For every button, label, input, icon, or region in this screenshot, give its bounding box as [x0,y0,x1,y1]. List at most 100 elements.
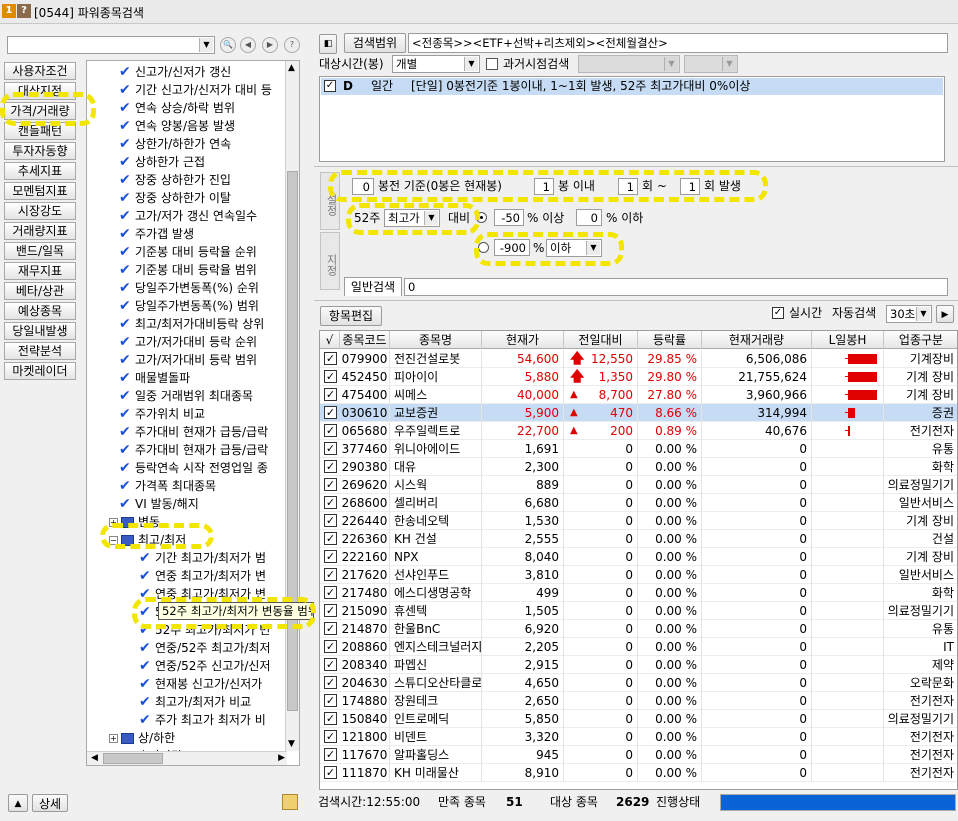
table-row[interactable]: ✓ 208340 파멥신 2,915 0 0.00 % 0 제약 [320,656,957,674]
row-checkbox[interactable]: ✓ [324,370,337,383]
column-header[interactable]: 현재가 [482,331,564,349]
row-checkbox[interactable]: ✓ [324,406,337,419]
row-checkbox[interactable]: ✓ [324,604,337,617]
category-button[interactable]: 베타/상관 [4,282,76,300]
tree-item[interactable]: ✔ 연속 상승/하락 범위 [119,99,235,117]
tree-item[interactable]: ✔ 장중 상하한가 진입 [119,171,231,189]
table-row[interactable]: ✓ 204630 스튜디오산타클로 4,650 0 0.00 % 0 오락문화 [320,674,957,692]
tree-item[interactable]: ✔ VI 발동/해지 [119,495,199,513]
scroll-left-icon[interactable]: ◀ [91,753,98,763]
column-header[interactable]: 종목명 [390,331,482,349]
row-checkbox[interactable]: ✓ [324,388,337,401]
tree-item[interactable]: ✔ 연속 양봉/음봉 발생 [119,117,235,135]
interval-select[interactable]: 30초 ▼ [886,305,932,323]
collapse-up-icon[interactable]: ▲ [8,794,28,812]
tree-item[interactable]: ✔ 기준봉 대비 등락율 순위 [119,243,257,261]
realtime-checkbox[interactable]: ✓ [772,307,784,319]
scroll-up-icon[interactable]: ▲ [288,63,295,73]
table-row[interactable]: ✓ 269620 시스웍 889 0 0.00 % 0 의료정밀기기 [320,476,957,494]
tree-item[interactable]: ✔ 주가 최고가 최저가 비 [139,711,266,729]
tree-item[interactable]: ✔ 주가대비 현재가 급등/급락 [119,423,268,441]
tree-item[interactable]: ✔ 연중/52주 신고가/신저 [139,657,271,675]
tree-item[interactable]: + 상/하한 [109,729,175,747]
row-checkbox[interactable]: ✓ [324,766,337,779]
tree-item[interactable]: ✔ 현재봉 신고가/신저가 [139,675,262,693]
tree-item[interactable]: ✔ 당일주가변동폭(%) 범위 [119,297,259,315]
next-icon[interactable]: ▶ [262,37,278,53]
row-checkbox[interactable]: ✓ [324,352,337,365]
tree-item[interactable]: ✔ 일중 거래범위 최대종목 [119,387,253,405]
table-row[interactable]: ✓ 268600 셀리버리 6,680 0 0.00 % 0 일반서비스 [320,494,957,512]
tree-item[interactable]: ✔ 당일주가변동폭(%) 순위 [119,279,259,297]
column-header[interactable]: 현재거래량 [702,331,812,349]
tree-hscroll-thumb[interactable] [103,753,163,764]
tree-item[interactable]: ✔ 매물별돌파 [119,369,190,387]
tree-vertical-scrollbar[interactable]: ▲ ▼ [285,61,299,751]
table-row[interactable]: ✓ 111870 KH 미래물산 8,910 0 0.00 % 0 전기전자 [320,764,957,782]
tree-item[interactable]: ✔ 주가대비 현재가 급등/급락 [119,441,268,459]
condition-checkbox[interactable]: ✓ [324,80,336,92]
tree-item[interactable]: ✔ 고가/저가 갱신 연속일수 [119,207,257,225]
row-checkbox[interactable]: ✓ [324,622,337,635]
column-header[interactable]: 업종구분 [884,331,957,349]
edit-columns-button[interactable]: 항목편집 [320,306,382,326]
row-checkbox[interactable]: ✓ [324,550,337,563]
row-checkbox[interactable]: ✓ [324,658,337,671]
table-row[interactable]: ✓ 150840 인트로메딕 5,850 0 0.00 % 0 의료정밀기기 [320,710,957,728]
target-time-select[interactable]: 개별 ▼ [392,55,480,73]
tree-item[interactable]: ✔ 연중 최고가/최저가 변 [139,567,266,585]
condition-row[interactable]: ✓ D 일간 [단일] 0봉전기준 1봉이내, 1~1회 발생, 52주 최고가… [321,78,943,95]
row-checkbox[interactable]: ✓ [324,586,337,599]
table-row[interactable]: ✓ 452450 피아이이 5,880 1,350 29.80 % 21,755,624 🡅 기… [320,368,957,386]
row-checkbox[interactable]: ✓ [324,442,337,455]
table-row[interactable]: ✓ 079900 전진건설로봇 54,600 12,550 29.85 % 6,506,08… [320,350,957,368]
table-row[interactable]: ✓ 030610 교보증권 5,900 470 8.66 % 314,994 ▲ 증권 [320,404,957,422]
tree-item[interactable]: ✔ 장중 상하한가 이탈 [119,189,231,207]
tree-item[interactable]: ✔ 주가위치 비교 [119,405,205,423]
row-checkbox[interactable]: ✓ [324,730,337,743]
tree-item[interactable]: ✔ 상하한가 근접 [119,153,205,171]
tree-item[interactable]: ✔ 상한가/하한가 연속 [119,135,231,153]
table-row[interactable]: ✓ 208860 엔지스테크널러지 2,205 0 0.00 % 0 IT [320,638,957,656]
row-checkbox[interactable]: ✓ [324,532,337,545]
table-row[interactable]: ✓ 475400 씨메스 40,000 8,700 27.80 % 3,960,966 ▲ 기계… [320,386,957,404]
search-scope-field[interactable]: <전종목>><ETF+선박+리츠제외><전체월결산> [408,33,948,53]
expand-toggle-icon[interactable]: + [109,734,118,743]
category-button[interactable]: 시장강도 [4,202,76,220]
designate-tab[interactable]: 지정 [320,232,340,290]
row-checkbox[interactable]: ✓ [324,712,337,725]
row-checkbox[interactable]: ✓ [324,424,337,437]
folder-icon[interactable] [282,794,298,810]
tree-item[interactable]: ✔ 기간 신고가/신저가 대비 등 [119,81,272,99]
pct-min-input[interactable]: -50 [494,209,524,226]
condition-search-combo[interactable]: ▼ [7,36,215,54]
category-button[interactable]: 전략분석 [4,342,76,360]
table-row[interactable]: ✓ 121800 비덴트 3,320 0 0.00 % 0 전기전자 [320,728,957,746]
past-search-checkbox[interactable] [486,58,498,70]
column-header[interactable]: 전일대비 [564,331,638,349]
row-checkbox[interactable]: ✓ [324,514,337,527]
row-checkbox[interactable]: ✓ [324,640,337,653]
category-button[interactable]: 당일내발생 [4,322,76,340]
column-header[interactable]: L일봉H [812,331,884,349]
row-checkbox[interactable]: ✓ [324,748,337,761]
row-checkbox[interactable]: ✓ [324,496,337,509]
tree-item[interactable]: ✔ 연중/52주 최고가/최저 [139,639,271,657]
detail-button[interactable]: 상세 [32,794,68,812]
category-button[interactable]: 거래량지표 [4,222,76,240]
search-scope-button[interactable]: 검색범위 [344,33,406,53]
category-button[interactable]: 마켓레이더 [4,362,76,380]
row-checkbox[interactable]: ✓ [324,460,337,473]
table-row[interactable]: ✓ 214870 한울BnC 6,920 0 0.00 % 0 유통 [320,620,957,638]
general-search-tab[interactable]: 일반검색 [344,277,402,296]
table-row[interactable]: ✓ 217620 선샤인푸드 3,810 0 0.00 % 0 일반서비스 [320,566,957,584]
tree-item[interactable]: ✔ 기준봉 대비 등락율 범위 [119,261,257,279]
row-checkbox[interactable]: ✓ [324,478,337,491]
prev-icon[interactable]: ◀ [240,37,256,53]
tree-item[interactable]: ✔ 최고가/최저가 비교 [139,693,251,711]
tree-scroll-thumb[interactable] [287,171,298,711]
column-header[interactable]: 종목코드 [340,331,390,349]
tree-item[interactable]: ✔ 등락연속 시작 전영업일 종 [119,459,268,477]
column-header[interactable]: 등락률 [638,331,702,349]
tree-item[interactable]: ✔ 고가/저가대비 등락 순위 [119,333,257,351]
